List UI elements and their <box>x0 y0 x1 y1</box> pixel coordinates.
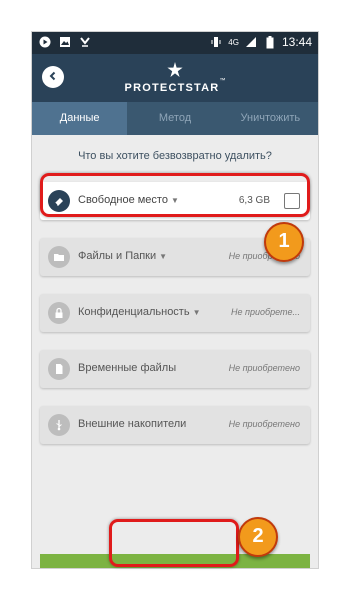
item-label: Конфиденциальность ▼ <box>78 306 201 318</box>
item-label: Внешние накопители <box>78 418 187 430</box>
list-item-temp-files[interactable]: Временные файлы Не приобретено <box>40 350 310 388</box>
clock: 13:44 <box>281 35 312 49</box>
download-icon <box>78 35 92 49</box>
tab-bar: Данные Метод Уничтожить <box>32 102 318 135</box>
list-item-privacy[interactable]: Конфиденциальность ▼ Не приобрете... <box>40 294 310 332</box>
play-icon <box>38 35 52 49</box>
file-icon <box>48 358 70 380</box>
signal-icon <box>244 35 258 49</box>
item-label: Файлы и Папки ▼ <box>78 250 168 262</box>
callout-frame-continue <box>109 519 239 567</box>
lock-icon <box>48 302 70 324</box>
callout-frame-free-space <box>40 173 310 217</box>
step-badge-2: 2 <box>238 517 278 557</box>
step-badge-1: 1 <box>264 222 304 262</box>
chevron-down-icon: ▼ <box>192 308 201 317</box>
folder-icon <box>48 246 70 268</box>
item-label: Временные файлы <box>78 362 177 374</box>
network-label: 4G <box>228 37 239 47</box>
item-status: Не приобретено <box>228 419 300 429</box>
vibrate-icon <box>209 35 223 49</box>
tab-destroy[interactable]: Уничтожить <box>223 102 318 135</box>
chevron-down-icon: ▼ <box>159 252 168 261</box>
image-icon <box>58 35 72 49</box>
app-bar: PROTECTSTAR™ <box>32 54 318 102</box>
question-heading: Что вы хотите безвозвратно удалить? <box>78 150 272 162</box>
brand-logo: PROTECTSTAR™ <box>32 62 318 96</box>
star-logo-icon <box>167 62 183 77</box>
usb-icon <box>48 414 70 436</box>
list-item-external-storage[interactable]: Внешние накопители Не приобретено <box>40 406 310 444</box>
item-status: Не приобретено <box>228 363 300 373</box>
phone-screen: 4G 13:44 PROTECTSTAR™ Данные Метод Уничт… <box>32 32 318 568</box>
battery-icon <box>263 35 277 49</box>
brand-name: PROTECTSTAR <box>124 82 220 94</box>
trademark: ™ <box>219 78 226 84</box>
status-bar: 4G 13:44 <box>32 32 318 54</box>
tab-data[interactable]: Данные <box>32 102 128 135</box>
tab-method[interactable]: Метод <box>127 102 222 135</box>
item-status: Не приобрете... <box>231 307 300 317</box>
